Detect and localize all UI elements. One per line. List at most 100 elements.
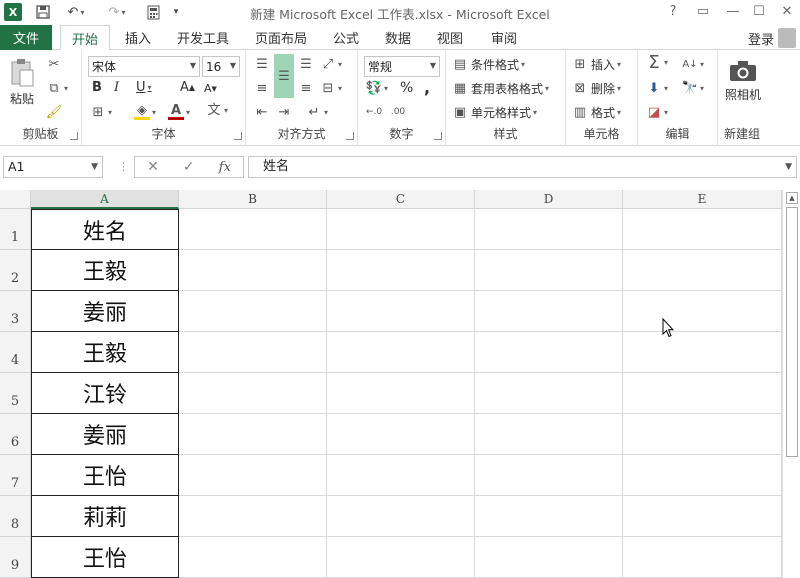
minimize-button[interactable]: — <box>722 3 744 21</box>
cell[interactable] <box>623 373 782 414</box>
cell[interactable] <box>327 373 475 414</box>
cell-a[interactable]: 姜丽 <box>31 291 179 332</box>
cell[interactable] <box>179 455 327 496</box>
cell[interactable] <box>475 373 623 414</box>
enter-icon[interactable]: ✓ <box>183 159 195 175</box>
cut-button[interactable]: ✂ <box>46 56 62 72</box>
name-box[interactable]: A1 ▼ <box>3 156 103 178</box>
row-header[interactable]: 8 <box>0 496 31 537</box>
format-cells-button[interactable]: ▥ 格式 ▾ <box>572 104 621 121</box>
column-header-b[interactable]: B <box>179 190 327 209</box>
cell[interactable] <box>623 414 782 455</box>
scroll-up-icon[interactable]: ▲ <box>786 192 798 204</box>
cell[interactable] <box>475 209 623 250</box>
align-left-button[interactable]: ≡ <box>254 80 270 96</box>
cell[interactable] <box>179 332 327 373</box>
insert-cells-button[interactable]: ⊞ 插入 ▾ <box>572 56 621 73</box>
cell[interactable] <box>623 250 782 291</box>
increase-indent-button[interactable]: ⇥ <box>276 104 292 120</box>
bold-button[interactable]: B <box>92 80 102 95</box>
formula-input[interactable]: 姓名 ▼ <box>248 156 797 178</box>
tab-data[interactable]: 数据 <box>378 25 418 50</box>
column-header-e[interactable]: E <box>623 190 782 209</box>
cell[interactable] <box>327 332 475 373</box>
ribbon-display-button[interactable]: ▭ <box>692 3 714 21</box>
align-middle-button[interactable]: ☰ <box>274 54 294 98</box>
format-painter-button[interactable]: 🖌 <box>46 104 63 120</box>
tab-review[interactable]: 审阅 <box>484 25 524 50</box>
close-button[interactable]: ✕ <box>776 3 798 21</box>
increase-font-button[interactable]: A ▲ <box>180 80 195 95</box>
number-launcher-icon[interactable] <box>434 132 442 140</box>
cell[interactable] <box>179 250 327 291</box>
cell-a[interactable]: 王怡 <box>31 537 179 578</box>
autosum-button[interactable]: Σ ▾ <box>646 52 668 73</box>
column-header-d[interactable]: D <box>475 190 623 209</box>
font-launcher-icon[interactable] <box>234 132 242 140</box>
orientation-button[interactable]: ⤢ ▾ <box>320 56 342 72</box>
column-header-a[interactable]: A <box>31 190 179 209</box>
row-header[interactable]: 1 <box>0 209 31 250</box>
row-header[interactable]: 5 <box>0 373 31 414</box>
cell[interactable] <box>179 537 327 578</box>
paste-button[interactable]: 粘贴 <box>6 58 38 107</box>
cell[interactable] <box>623 291 782 332</box>
fill-button[interactable]: ⬇ ▾ <box>646 80 668 96</box>
cell-a[interactable]: 王毅 <box>31 250 179 291</box>
cell[interactable] <box>475 496 623 537</box>
cell[interactable] <box>623 209 782 250</box>
cell-a[interactable]: 莉莉 <box>31 496 179 537</box>
cell-a1[interactable]: 姓名 <box>31 209 179 250</box>
cell[interactable] <box>179 209 327 250</box>
maximize-button[interactable]: ☐ <box>748 3 770 21</box>
row-header[interactable]: 2 <box>0 250 31 291</box>
customize-qat-icon[interactable]: ▾ <box>170 3 182 21</box>
align-top-button[interactable]: ☰ <box>254 56 270 72</box>
merge-center-button[interactable]: ⊟ ▾ <box>320 80 342 96</box>
comma-button[interactable]: , <box>424 78 430 97</box>
insert-function-button[interactable]: fx <box>219 160 231 175</box>
align-bottom-button[interactable]: ☰ <box>298 56 314 72</box>
copy-button[interactable]: ⧉ ▾ <box>46 80 68 96</box>
clipboard-launcher-icon[interactable] <box>70 132 78 140</box>
cell[interactable] <box>327 250 475 291</box>
currency-button[interactable]: 💱 ▾ <box>366 80 388 96</box>
cell[interactable] <box>327 455 475 496</box>
increase-decimal-button[interactable]: ←.0 <box>366 104 382 120</box>
cancel-icon[interactable]: ✕ <box>147 159 159 175</box>
wrap-text-button[interactable]: ↵ ▾ <box>306 104 328 120</box>
font-size-select[interactable]: 16 ▼ <box>202 56 240 77</box>
cell[interactable] <box>623 496 782 537</box>
format-as-table-button[interactable]: ▦ 套用表格格式 ▾ <box>452 80 549 97</box>
vertical-scrollbar[interactable]: ▲ <box>782 190 800 578</box>
cell-styles-button[interactable]: ▣ 单元格样式 ▾ <box>452 104 537 121</box>
tab-insert[interactable]: 插入 <box>118 25 158 50</box>
calculator-icon[interactable] <box>144 3 162 21</box>
column-header-c[interactable]: C <box>327 190 475 209</box>
decrease-decimal-button[interactable]: .00 <box>390 104 406 120</box>
cell-a[interactable]: 江铃 <box>31 373 179 414</box>
help-button[interactable]: ? <box>662 3 684 21</box>
cell[interactable] <box>475 455 623 496</box>
row-header[interactable]: 4 <box>0 332 31 373</box>
tab-page-layout[interactable]: 页面布局 <box>248 25 314 50</box>
tab-developer[interactable]: 开发工具 <box>170 25 236 50</box>
conditional-formatting-button[interactable]: ▤ 条件格式 ▾ <box>452 56 525 73</box>
cell-a[interactable]: 王毅 <box>31 332 179 373</box>
cell[interactable] <box>475 332 623 373</box>
select-all-corner[interactable] <box>0 190 31 209</box>
cell[interactable] <box>623 537 782 578</box>
tab-home[interactable]: 开始 <box>60 25 110 51</box>
cell-a[interactable]: 王怡 <box>31 455 179 496</box>
number-format-select[interactable]: 常规 ▼ <box>364 56 440 77</box>
sort-filter-button[interactable]: A↓ ▾ <box>682 56 704 72</box>
tab-view[interactable]: 视图 <box>430 25 470 50</box>
find-select-button[interactable]: 🔭 ▾ <box>682 80 704 96</box>
save-icon[interactable] <box>34 3 52 21</box>
avatar[interactable] <box>778 28 796 48</box>
cell[interactable] <box>475 537 623 578</box>
delete-cells-button[interactable]: ⊠ 删除 ▾ <box>572 80 621 97</box>
redo-icon[interactable]: ↷ ▾ <box>103 3 131 21</box>
fill-color-button[interactable]: ◈ ▾ <box>134 103 156 120</box>
cell[interactable] <box>179 291 327 332</box>
